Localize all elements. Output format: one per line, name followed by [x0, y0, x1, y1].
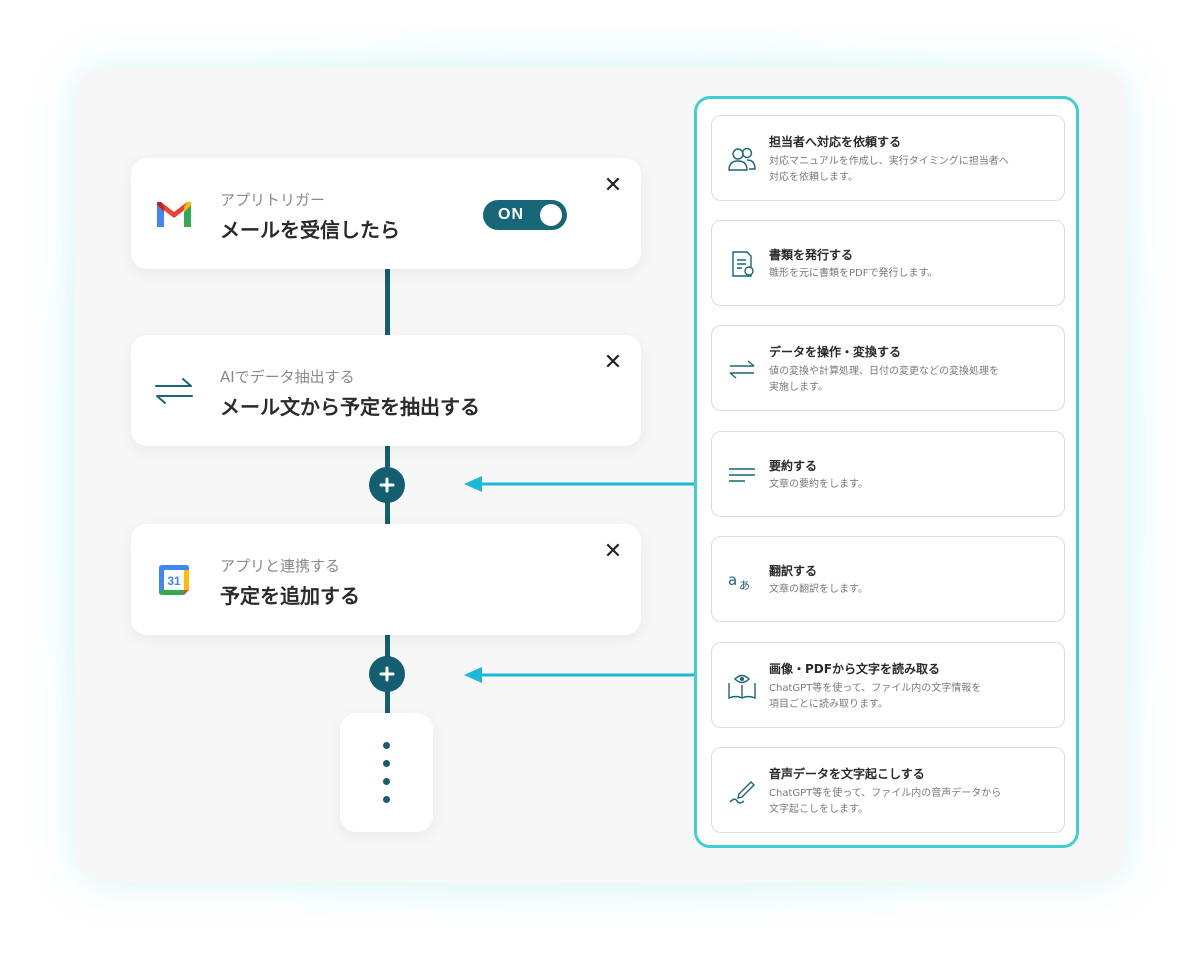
trigger-subtitle: アプリトリガー	[220, 191, 326, 209]
more-dots-icon	[383, 778, 390, 785]
action-issue-document[interactable]: 書類を発行する 雛形を元に書類をPDFで発行します。	[711, 220, 1065, 306]
connector-line	[385, 268, 390, 336]
swap-arrows-icon	[155, 378, 193, 404]
more-steps-card[interactable]	[340, 713, 433, 832]
add-step-button[interactable]	[369, 467, 405, 503]
translate-icon: a あ	[728, 571, 750, 592]
more-dots-icon	[383, 760, 390, 767]
action-desc: ChatGPT等を使って、ファイル内の文字情報を 項目ごとに読み取ります。	[769, 683, 982, 710]
more-dots-icon	[383, 742, 390, 749]
action-desc: 雛形を元に書類をPDFで発行します。	[769, 268, 938, 279]
extract-step-card[interactable]: AIでデータ抽出する メール文から予定を抽出する ✕	[131, 335, 641, 446]
toggle-knob	[540, 204, 562, 226]
step2-title: メール文から予定を抽出する	[220, 395, 480, 419]
arrow-left-icon	[464, 476, 694, 492]
action-title: 画像・PDFから文字を読み取る	[769, 662, 940, 676]
document-icon	[732, 251, 754, 277]
step2-subtitle: AIでデータ抽出する	[220, 368, 355, 386]
calendar-step-card[interactable]: 31 アプリと連携する 予定を追加する ✕	[131, 524, 641, 635]
swap-arrows-icon	[729, 360, 755, 379]
trigger-card[interactable]: アプリトリガー メールを受信したら ON ✕	[131, 158, 641, 269]
action-title: データを操作・変換する	[769, 345, 902, 359]
close-icon[interactable]: ✕	[601, 174, 625, 198]
toggle-label: ON	[498, 206, 524, 223]
action-ocr[interactable]: 画像・PDFから文字を読み取る ChatGPT等を使って、ファイル内の文字情報を…	[711, 642, 1065, 728]
action-title: 翻訳する	[769, 564, 818, 578]
action-request-assignee[interactable]: 担当者へ対応を依頼する 対応マニュアルを作成し、実行タイミングに担当者へ 対応を…	[711, 115, 1065, 201]
calendar-day-number: 31	[167, 574, 181, 588]
action-title: 書類を発行する	[769, 248, 854, 262]
action-desc: ChatGPT等を使って、ファイル内の音声データから 文字起こしをします。	[769, 788, 1002, 815]
people-icon	[728, 147, 756, 171]
close-icon[interactable]: ✕	[601, 540, 625, 564]
action-transcribe[interactable]: 音声データを文字起こしする ChatGPT等を使って、ファイル内の音声データから…	[711, 747, 1065, 833]
pen-icon	[729, 781, 755, 804]
add-step-button[interactable]	[369, 656, 405, 692]
close-icon[interactable]: ✕	[601, 351, 625, 375]
lines-icon	[729, 468, 755, 482]
action-summarize[interactable]: 要約する 文章の要約をします。	[711, 431, 1065, 517]
arrow-left-icon	[464, 667, 694, 683]
svg-text:a: a	[728, 571, 737, 589]
action-desc: 値の変換や計算処理、日付の変更などの変換処理を 実施します。	[769, 366, 999, 393]
action-desc: 文章の翻訳をします。	[769, 584, 868, 595]
plus-icon	[379, 477, 395, 493]
gmail-icon	[157, 202, 191, 227]
action-transform-data[interactable]: データを操作・変換する 値の変換や計算処理、日付の変更などの変換処理を 実施しま…	[711, 325, 1065, 411]
action-title: 担当者へ対応を依頼する	[769, 135, 902, 149]
trigger-toggle[interactable]: ON	[483, 200, 567, 230]
plus-icon	[379, 666, 395, 682]
google-calendar-icon: 31	[159, 565, 189, 595]
step3-title: 予定を追加する	[220, 584, 360, 608]
book-eye-icon	[728, 674, 756, 700]
action-title: 音声データを文字起こしする	[769, 767, 925, 781]
trigger-title: メールを受信したら	[220, 218, 400, 242]
step3-subtitle: アプリと連携する	[220, 557, 341, 575]
action-desc: 文章の要約をします。	[769, 479, 868, 490]
svg-text:あ: あ	[739, 579, 750, 592]
action-title: 要約する	[769, 459, 818, 473]
action-desc: 対応マニュアルを作成し、実行タイミングに担当者へ 対応を依頼します。	[769, 156, 1009, 183]
more-dots-icon	[383, 796, 390, 803]
action-translate[interactable]: a あ 翻訳する 文章の翻訳をします。	[711, 536, 1065, 622]
